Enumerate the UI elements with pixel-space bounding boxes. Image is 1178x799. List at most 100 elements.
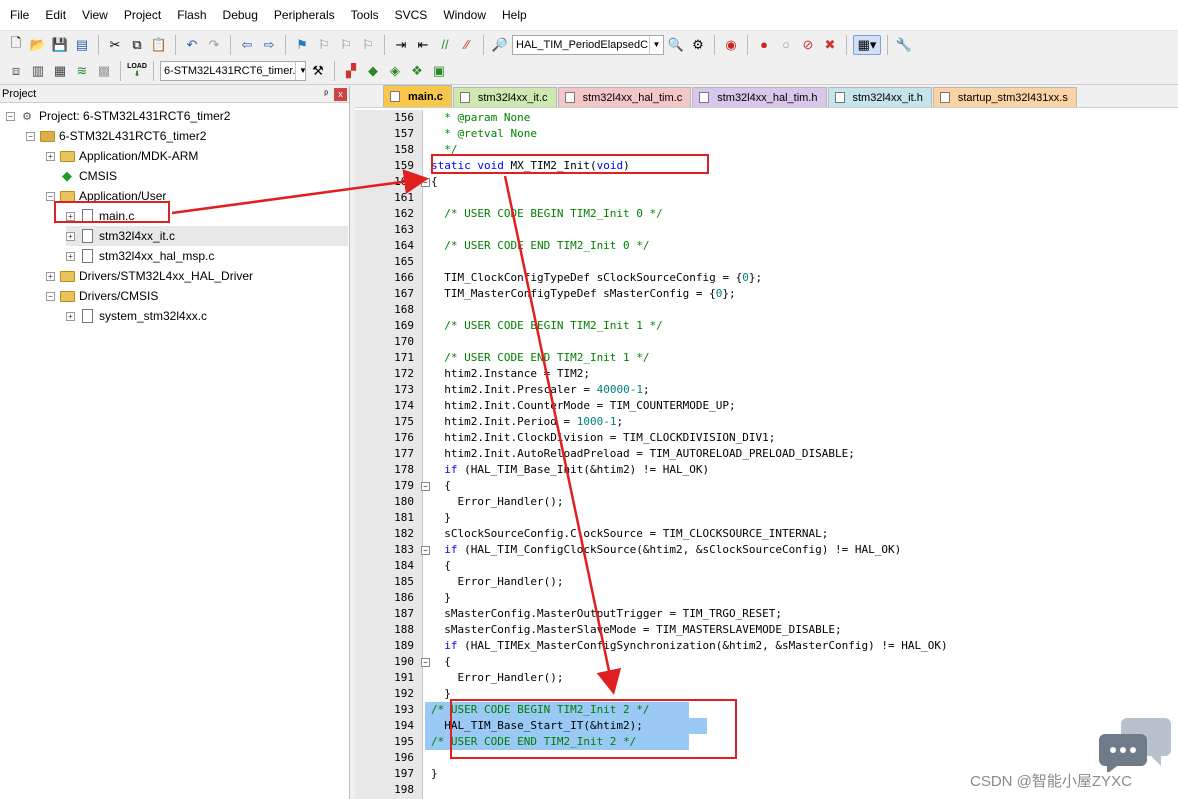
close-icon[interactable]: x bbox=[334, 87, 347, 101]
paste-icon[interactable]: 📋 bbox=[149, 35, 169, 55]
translate-icon[interactable]: ⧈ bbox=[6, 61, 26, 81]
debug-session-icon[interactable]: ◉ bbox=[721, 35, 741, 55]
target-options-icon[interactable]: ⚒ bbox=[308, 61, 328, 81]
menu-peripherals[interactable]: Peripherals bbox=[266, 0, 343, 30]
manage-project-items-icon[interactable]: ▞ bbox=[341, 61, 361, 81]
indent-icon[interactable]: ⇥ bbox=[391, 35, 411, 55]
save-icon[interactable]: 💾 bbox=[50, 35, 70, 55]
tree-item-group-mdk[interactable]: + Application/MDK-ARM bbox=[46, 146, 198, 166]
tree-item-group-drivers-cmsis[interactable]: − Drivers/CMSIS bbox=[46, 286, 158, 306]
bookmark-icon[interactable]: ⚑ bbox=[292, 35, 312, 55]
tree-item-group-hal[interactable]: + Drivers/STM32L4xx_HAL_Driver bbox=[46, 266, 253, 286]
expand-icon[interactable]: + bbox=[66, 211, 75, 221]
code-area[interactable]: * @param None * @retval None */ static vo… bbox=[425, 110, 1178, 799]
expand-icon[interactable]: + bbox=[66, 231, 75, 241]
fold-toggle-icon[interactable]: − bbox=[421, 482, 430, 491]
pack-installer-icon[interactable]: ❖ bbox=[407, 61, 427, 81]
breakpoint-kill-all-icon[interactable]: ✖ bbox=[820, 35, 840, 55]
chevron-down-icon[interactable]: ▼ bbox=[649, 35, 663, 54]
collapse-icon[interactable]: − bbox=[46, 291, 55, 301]
tree-item-it-c[interactable]: + stm32l4xx_it.c bbox=[66, 226, 348, 246]
batch-build-icon[interactable]: ≋ bbox=[72, 61, 92, 81]
open-folder-icon[interactable]: 📂 bbox=[28, 35, 48, 55]
collapse-icon[interactable]: − bbox=[6, 111, 15, 121]
breakpoint-enable-icon[interactable]: ○ bbox=[776, 35, 796, 55]
fold-toggle-icon[interactable]: − bbox=[421, 546, 430, 555]
save-all-icon[interactable]: ▤ bbox=[72, 35, 92, 55]
editor-tab[interactable]: stm32l4xx_it.h bbox=[827, 87, 932, 107]
cut-icon[interactable]: ✂ bbox=[105, 35, 125, 55]
rebuild-icon[interactable]: ▦ bbox=[50, 61, 70, 81]
editor-tab[interactable]: stm32l4xx_hal_tim.c bbox=[557, 87, 692, 107]
collapse-icon[interactable]: − bbox=[46, 191, 55, 201]
breakpoint-insert-icon[interactable]: ● bbox=[754, 35, 774, 55]
copy-icon[interactable]: ⧉ bbox=[127, 35, 147, 55]
fold-toggle-icon[interactable]: − bbox=[421, 658, 430, 667]
load-download-icon[interactable]: LOAD ⬇ bbox=[127, 61, 147, 81]
select-packs-icon[interactable]: ◆ bbox=[363, 61, 383, 81]
uncomment-icon[interactable]: ⁄⁄ bbox=[457, 35, 477, 55]
tree-item-project[interactable]: − ⚙ Project: 6-STM32L431RCT6_timer2 bbox=[6, 106, 230, 126]
tree-label: main.c bbox=[99, 209, 135, 223]
stop-build-icon[interactable]: ▩ bbox=[94, 61, 114, 81]
fold-toggle-icon[interactable]: − bbox=[421, 178, 430, 187]
menu-debug[interactable]: Debug bbox=[215, 0, 266, 30]
tree-label: stm32l4xx_hal_msp.c bbox=[99, 249, 215, 263]
menu-file[interactable]: File bbox=[2, 0, 37, 30]
tree-item-cmsis[interactable]: ◆ CMSIS bbox=[46, 166, 117, 186]
line-number: 178 bbox=[394, 463, 414, 476]
new-file-icon[interactable]: 🗋 bbox=[6, 35, 26, 55]
find-icon[interactable]: 🔍 bbox=[666, 35, 686, 55]
function-combo[interactable]: HAL_TIM_PeriodElapsedC ▼ bbox=[512, 34, 664, 55]
editor-tabs: main.c stm32l4xx_it.c stm32l4xx_hal_tim.c s… bbox=[355, 85, 1178, 108]
configure-icon[interactable]: 🔧 bbox=[894, 35, 914, 55]
nav-back-icon[interactable]: ⇦ bbox=[237, 35, 257, 55]
expand-icon[interactable]: + bbox=[66, 311, 75, 321]
menu-help[interactable]: Help bbox=[494, 0, 535, 30]
menu-window[interactable]: Window bbox=[435, 0, 494, 30]
build-icon[interactable]: ▥ bbox=[28, 61, 48, 81]
redo-icon[interactable]: ↷ bbox=[204, 35, 224, 55]
tree-item-group-user[interactable]: − Application/User bbox=[46, 186, 166, 206]
tree-item-target[interactable]: − 6-STM32L431RCT6_timer2 bbox=[26, 126, 206, 146]
menu-project[interactable]: Project bbox=[116, 0, 169, 30]
editor-tab[interactable]: stm32l4xx_it.c bbox=[452, 87, 557, 107]
incremental-find-icon[interactable]: ⚙ bbox=[688, 35, 708, 55]
line-number: 197 bbox=[394, 767, 414, 780]
find-in-files-icon[interactable]: 🔎 bbox=[490, 35, 510, 55]
menu-view[interactable]: View bbox=[74, 0, 116, 30]
expand-icon[interactable]: + bbox=[46, 151, 55, 161]
collapse-icon[interactable]: − bbox=[26, 131, 35, 141]
comment-icon[interactable]: // bbox=[435, 35, 455, 55]
nav-forward-icon[interactable]: ⇨ bbox=[259, 35, 279, 55]
unindent-icon[interactable]: ⇤ bbox=[413, 35, 433, 55]
run-time-env-icon[interactable]: ▣ bbox=[429, 61, 449, 81]
tree-item-system-c[interactable]: + system_stm32l4xx.c bbox=[66, 306, 207, 326]
window-layout-icon[interactable]: ▦▾ bbox=[853, 34, 881, 55]
bookmark-next-icon[interactable]: ⚐ bbox=[336, 35, 356, 55]
menu-tools[interactable]: Tools bbox=[343, 0, 387, 30]
breakpoint-disable-all-icon[interactable]: ⊘ bbox=[798, 35, 818, 55]
tree-item-hal-msp-c[interactable]: + stm32l4xx_hal_msp.c bbox=[66, 246, 214, 266]
undo-icon[interactable]: ↶ bbox=[182, 35, 202, 55]
chat-bubble-icon[interactable] bbox=[1099, 716, 1171, 772]
expand-icon[interactable]: + bbox=[66, 251, 75, 261]
tab-label: stm32l4xx_hal_tim.c bbox=[582, 91, 683, 104]
editor-tab[interactable]: startup_stm32l431xx.s bbox=[932, 87, 1077, 107]
tree-label: Application/User bbox=[79, 189, 167, 203]
chevron-down-icon[interactable]: ▼ bbox=[295, 61, 305, 80]
menu-svcs[interactable]: SVCS bbox=[387, 0, 436, 30]
bookmark-prev-icon[interactable]: ⚐ bbox=[314, 35, 334, 55]
manage-rte-icon[interactable]: ◈ bbox=[385, 61, 405, 81]
editor-tab[interactable]: stm32l4xx_hal_tim.h bbox=[692, 87, 827, 107]
code-line: if (HAL_TIM_Base_Init(&htim2) != HAL_OK) bbox=[444, 463, 710, 476]
expand-icon[interactable]: + bbox=[46, 271, 55, 281]
target-combo[interactable]: 6-STM32L431RCT6_timer. ▼ bbox=[160, 60, 306, 81]
tree-item-main-c[interactable]: + main.c bbox=[66, 206, 134, 226]
pin-icon[interactable]: ᵖ bbox=[324, 89, 328, 100]
editor-tab[interactable]: main.c bbox=[383, 85, 452, 107]
code-line: HAL_TIM_Base_Start_IT(&htim2); bbox=[425, 718, 707, 734]
menu-edit[interactable]: Edit bbox=[37, 0, 74, 30]
bookmark-clear-icon[interactable]: ⚐ bbox=[358, 35, 378, 55]
menu-flash[interactable]: Flash bbox=[169, 0, 214, 30]
